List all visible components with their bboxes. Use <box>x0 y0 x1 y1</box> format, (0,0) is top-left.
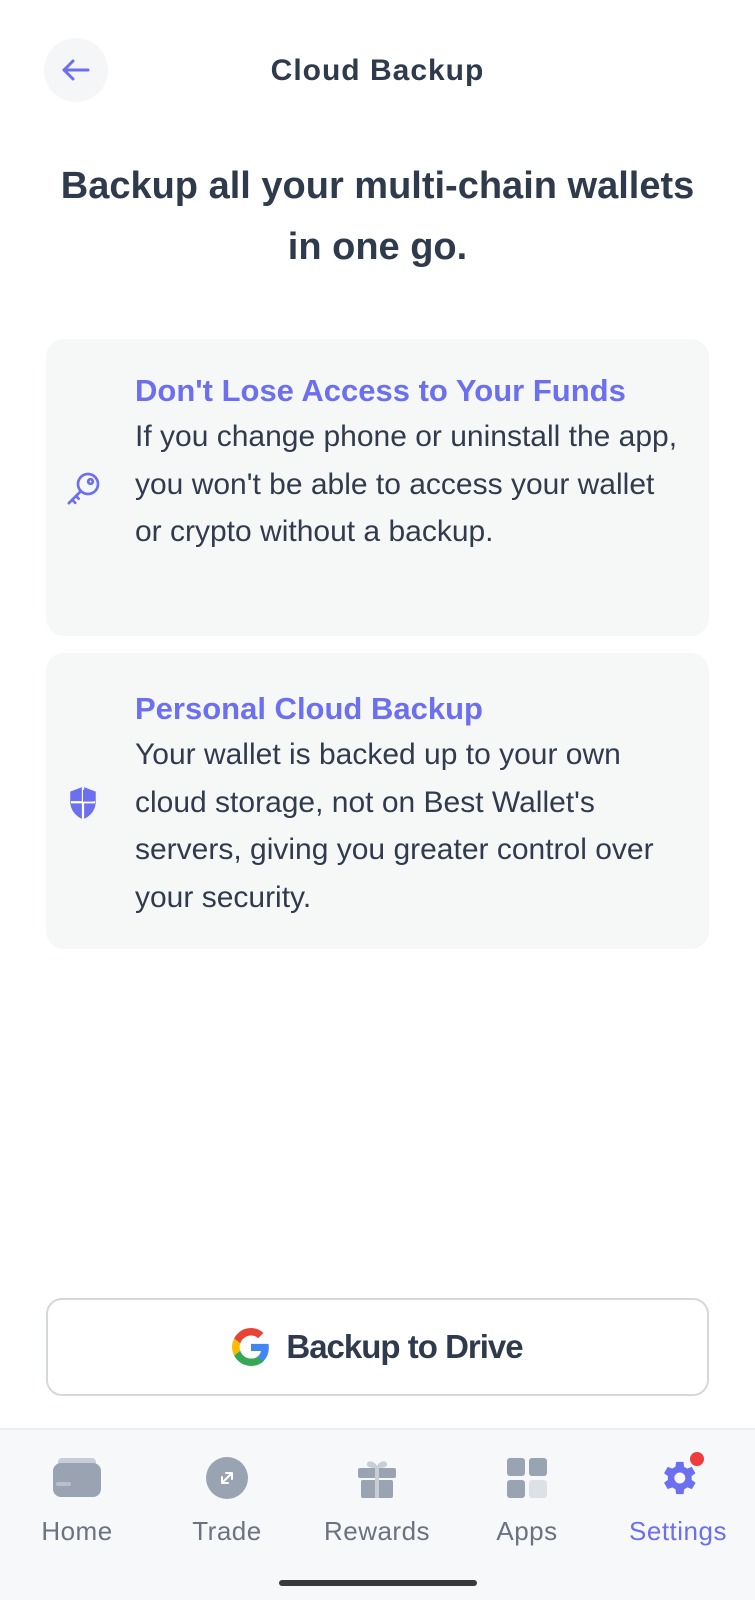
bottom-tab-bar: Home Trade Rewards Apps Settings <box>0 1428 755 1600</box>
info-card-cloud: Personal Cloud Backup Your wallet is bac… <box>46 653 709 949</box>
shield-icon <box>62 782 104 824</box>
grid-icon <box>501 1452 553 1504</box>
tab-trade[interactable]: Trade <box>152 1452 302 1547</box>
tab-label: Home <box>41 1516 113 1546</box>
header: Cloud Backup <box>0 38 755 102</box>
tab-settings[interactable]: Settings <box>603 1452 753 1547</box>
tab-label: Settings <box>629 1516 727 1546</box>
google-icon <box>232 1328 270 1366</box>
tab-apps[interactable]: Apps <box>452 1452 602 1547</box>
trade-arrows-icon <box>201 1452 253 1504</box>
notification-badge <box>690 1452 704 1466</box>
key-icon <box>62 468 104 510</box>
backup-to-drive-button[interactable]: Backup to Drive <box>46 1298 709 1396</box>
card-body: If you change phone or uninstall the app… <box>135 420 678 548</box>
gear-icon <box>652 1452 704 1504</box>
card-title: Don't Lose Access to Your Funds <box>135 373 626 408</box>
tab-label: Trade <box>192 1516 262 1546</box>
info-card-funds: Don't Lose Access to Your Funds If you c… <box>46 339 709 636</box>
tab-label: Rewards <box>323 1516 431 1546</box>
card-body: Your wallet is backed up to your own clo… <box>135 738 654 914</box>
backup-to-drive-label: Backup to Drive <box>286 1328 523 1365</box>
card-title: Personal Cloud Backup <box>135 691 483 726</box>
tab-label: Apps <box>496 1516 558 1546</box>
gift-icon <box>351 1452 403 1504</box>
tab-home[interactable]: Home <box>2 1452 152 1547</box>
headline: Backup all your multi-chain wallets in o… <box>60 165 695 268</box>
page-title: Cloud Backup <box>270 54 485 87</box>
tab-rewards[interactable]: Rewards <box>302 1452 452 1547</box>
home-indicator <box>279 1580 477 1586</box>
wallet-card-icon <box>51 1452 103 1504</box>
